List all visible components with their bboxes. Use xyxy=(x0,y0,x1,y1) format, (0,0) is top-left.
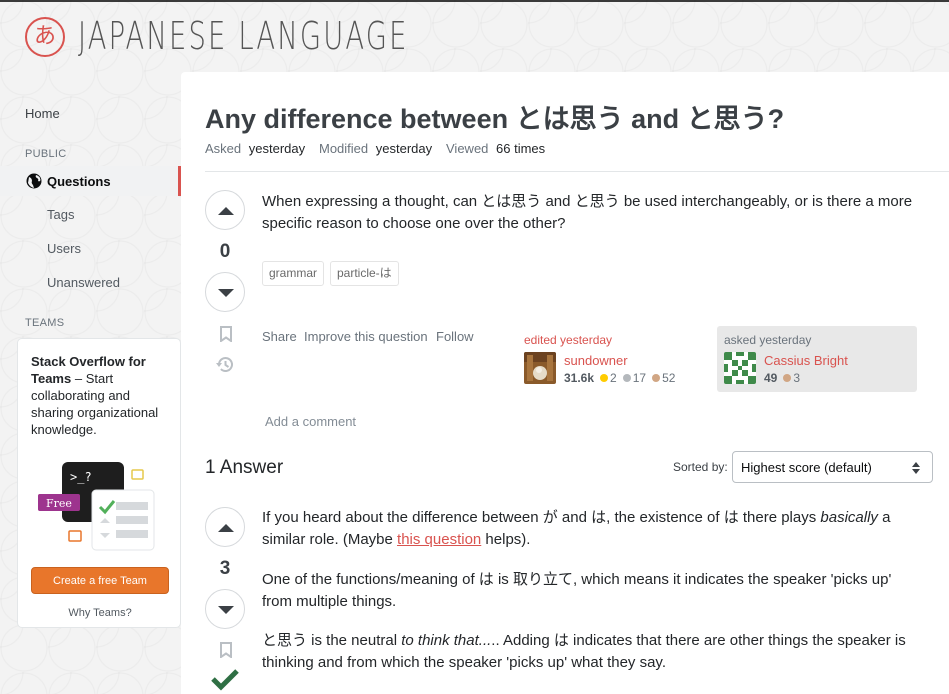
question-body: When expressing a thought, can とは思う and … xyxy=(262,193,913,232)
history-icon[interactable] xyxy=(216,356,235,373)
owner-bronze-count: 3 xyxy=(793,371,801,385)
terminal-prompt: >_? xyxy=(70,470,92,484)
editor-avatar[interactable] xyxy=(524,352,556,384)
answer-paragraph-3: と思う is the neutral to think that..... Ad… xyxy=(262,630,922,674)
edited-timestamp-link[interactable]: edited yesterday xyxy=(524,333,612,347)
answer-score: 3 xyxy=(219,558,231,579)
answer-paragraph-2: One of the functions/meaning of は is 取り立… xyxy=(262,571,892,610)
site-logo-icon[interactable]: あ xyxy=(25,17,65,57)
editor-gold-count: 2 xyxy=(610,371,617,385)
meta-modified-value[interactable]: yesterday xyxy=(376,141,432,156)
editor-user-card: edited yesterday sundowner 31.6k 2 17 52 xyxy=(517,326,717,392)
title-divider xyxy=(205,171,949,172)
select-caret-icon xyxy=(912,462,920,474)
bronze-badge-icon xyxy=(783,374,792,382)
site-header: あ Japanese Language xyxy=(0,2,949,72)
answer-downvote-button[interactable] xyxy=(205,589,245,629)
accepted-checkmark-icon xyxy=(211,669,239,691)
tag-particle-wa[interactable]: particle-は xyxy=(330,261,399,286)
meta-viewed: Viewed 66 times xyxy=(446,141,545,156)
answer-paragraph-1: If you heard about the difference betwee… xyxy=(262,507,912,551)
arrow-down-icon xyxy=(218,606,234,614)
left-sidebar: Home PUBLIC Questions Tags Users Unanswe… xyxy=(0,72,181,694)
tag-grammar[interactable]: grammar xyxy=(262,261,325,286)
meta-viewed-label: Viewed xyxy=(446,141,489,156)
answer-p1-text-a: If you heard about the difference betwee… xyxy=(262,509,821,526)
sort-label: Sorted by: xyxy=(673,460,728,474)
globe-icon xyxy=(26,173,42,189)
main-content: Any difference between とは思う and と思う? Ask… xyxy=(181,72,949,694)
editor-silver-count: 17 xyxy=(632,371,647,385)
asked-timestamp: asked yesterday xyxy=(724,333,812,347)
teams-promo-text: Stack Overflow for Teams – Start collabo… xyxy=(31,353,166,438)
answer-upvote-button[interactable] xyxy=(205,507,245,547)
editor-stats: 31.6k 2 17 52 xyxy=(564,371,675,385)
nav-tags[interactable]: Tags xyxy=(47,207,74,222)
nav-unanswered[interactable]: Unanswered xyxy=(47,275,120,290)
question-title[interactable]: Any difference between とは思う and と思う? xyxy=(205,97,784,136)
add-comment-link[interactable]: Add a comment xyxy=(265,414,356,429)
editor-bronze-count: 52 xyxy=(662,371,676,385)
nav-questions-label: Questions xyxy=(47,174,111,189)
gold-badge-icon xyxy=(600,374,609,382)
nav-questions[interactable]: Questions xyxy=(0,166,181,196)
editor-name-link[interactable]: sundowner xyxy=(564,353,628,368)
bookmark-icon[interactable] xyxy=(219,326,233,342)
answer-p1-emphasis: basically xyxy=(820,509,878,526)
answers-count-heading: 1 Answer xyxy=(205,457,284,478)
meta-modified-label: Modified xyxy=(319,141,369,156)
create-team-button[interactable]: Create a free Team xyxy=(31,567,169,594)
follow-link[interactable]: Follow xyxy=(436,329,474,344)
bronze-badge-icon xyxy=(652,374,661,382)
teams-promo: Stack Overflow for Teams – Start collabo… xyxy=(17,338,181,628)
answer-p3-text-a: と思う is the neutral xyxy=(262,632,402,649)
improve-question-link[interactable]: Improve this question xyxy=(304,329,428,344)
nav-home[interactable]: Home xyxy=(25,106,60,121)
meta-asked-value: yesterday xyxy=(248,141,306,156)
this-question-link[interactable]: this question xyxy=(397,531,481,548)
owner-user-card: asked yesterday Cassius Bright 49 3 xyxy=(717,326,917,392)
meta-modified: Modified yesterday xyxy=(319,141,432,156)
share-link[interactable]: Share xyxy=(262,329,297,344)
question-score: 0 xyxy=(219,241,231,262)
question-downvote-button[interactable] xyxy=(205,272,245,312)
meta-asked-label: Asked xyxy=(205,141,242,156)
answer-p1-text-c: helps). xyxy=(481,531,531,548)
owner-name-link[interactable]: Cassius Bright xyxy=(764,353,848,368)
arrow-up-icon xyxy=(218,207,234,215)
site-logo-text[interactable]: Japanese Language xyxy=(78,14,409,58)
why-teams-link[interactable]: Why Teams? xyxy=(18,607,182,619)
bookmark-icon[interactable] xyxy=(219,642,233,658)
question-upvote-button[interactable] xyxy=(205,190,245,230)
sort-select[interactable]: Highest score (default) xyxy=(732,451,933,483)
nav-public-heading: PUBLIC xyxy=(25,148,67,160)
nav-teams-heading: TEAMS xyxy=(25,317,65,329)
nav-users[interactable]: Users xyxy=(47,241,81,256)
answer-p3-emphasis: to think that... xyxy=(401,632,492,649)
teams-illustration: >_? Free xyxy=(38,462,155,551)
owner-stats: 49 3 xyxy=(764,371,800,385)
sort-select-value: Highest score (default) xyxy=(741,460,872,475)
owner-reputation: 49 xyxy=(764,371,778,385)
editor-reputation: 31.6k xyxy=(564,371,595,385)
silver-badge-icon xyxy=(622,374,631,382)
arrow-up-icon xyxy=(218,524,234,532)
meta-asked: Asked yesterday xyxy=(205,141,305,156)
free-badge: Free xyxy=(46,497,72,510)
arrow-down-icon xyxy=(218,289,234,297)
meta-viewed-value: 66 times xyxy=(496,141,546,156)
owner-avatar[interactable] xyxy=(724,352,756,384)
